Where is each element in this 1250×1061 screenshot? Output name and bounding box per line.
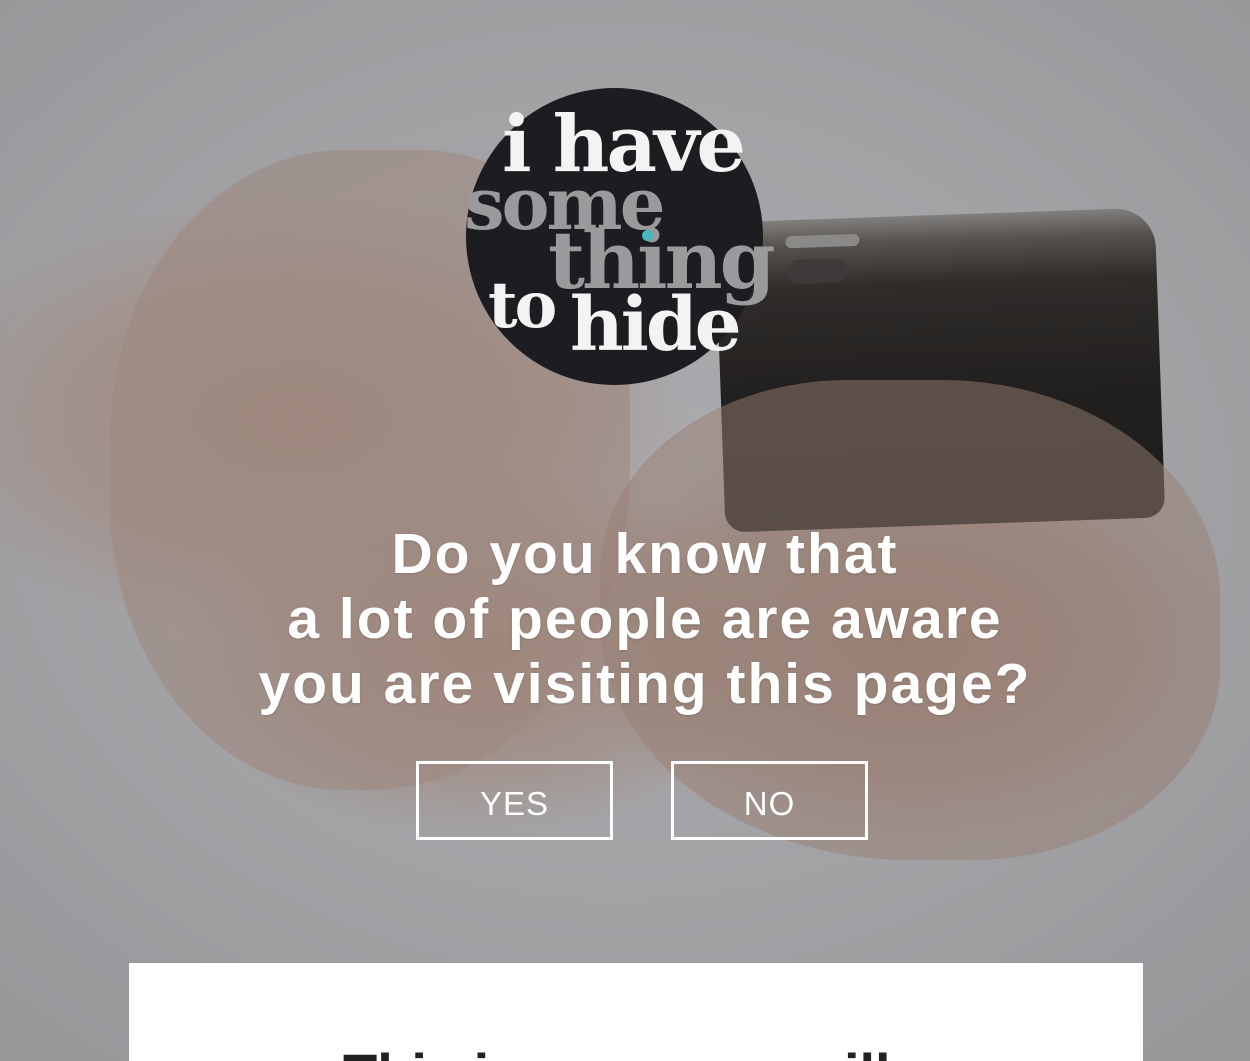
headline-line1: Do you know that xyxy=(391,522,899,586)
headline-line2: a lot of people are aware xyxy=(287,587,1003,651)
logo-accent-dot xyxy=(642,230,653,241)
page-headline: Do you know that a lot of people are awa… xyxy=(0,522,1250,717)
card-heading: This is your own will xyxy=(343,1041,891,1061)
logo-text-line4a: to xyxy=(488,268,557,343)
content-card: This is your own will xyxy=(129,963,1143,1061)
logo-text-line4b: hide xyxy=(570,282,742,368)
headline-line3: you are visiting this page? xyxy=(258,652,1032,716)
yes-button[interactable]: YES xyxy=(416,761,613,840)
no-button[interactable]: NO xyxy=(671,761,868,840)
site-logo: i have some thing to hide xyxy=(464,88,776,385)
landing-page: i have some thing to hide Do you know th… xyxy=(0,0,1250,1061)
